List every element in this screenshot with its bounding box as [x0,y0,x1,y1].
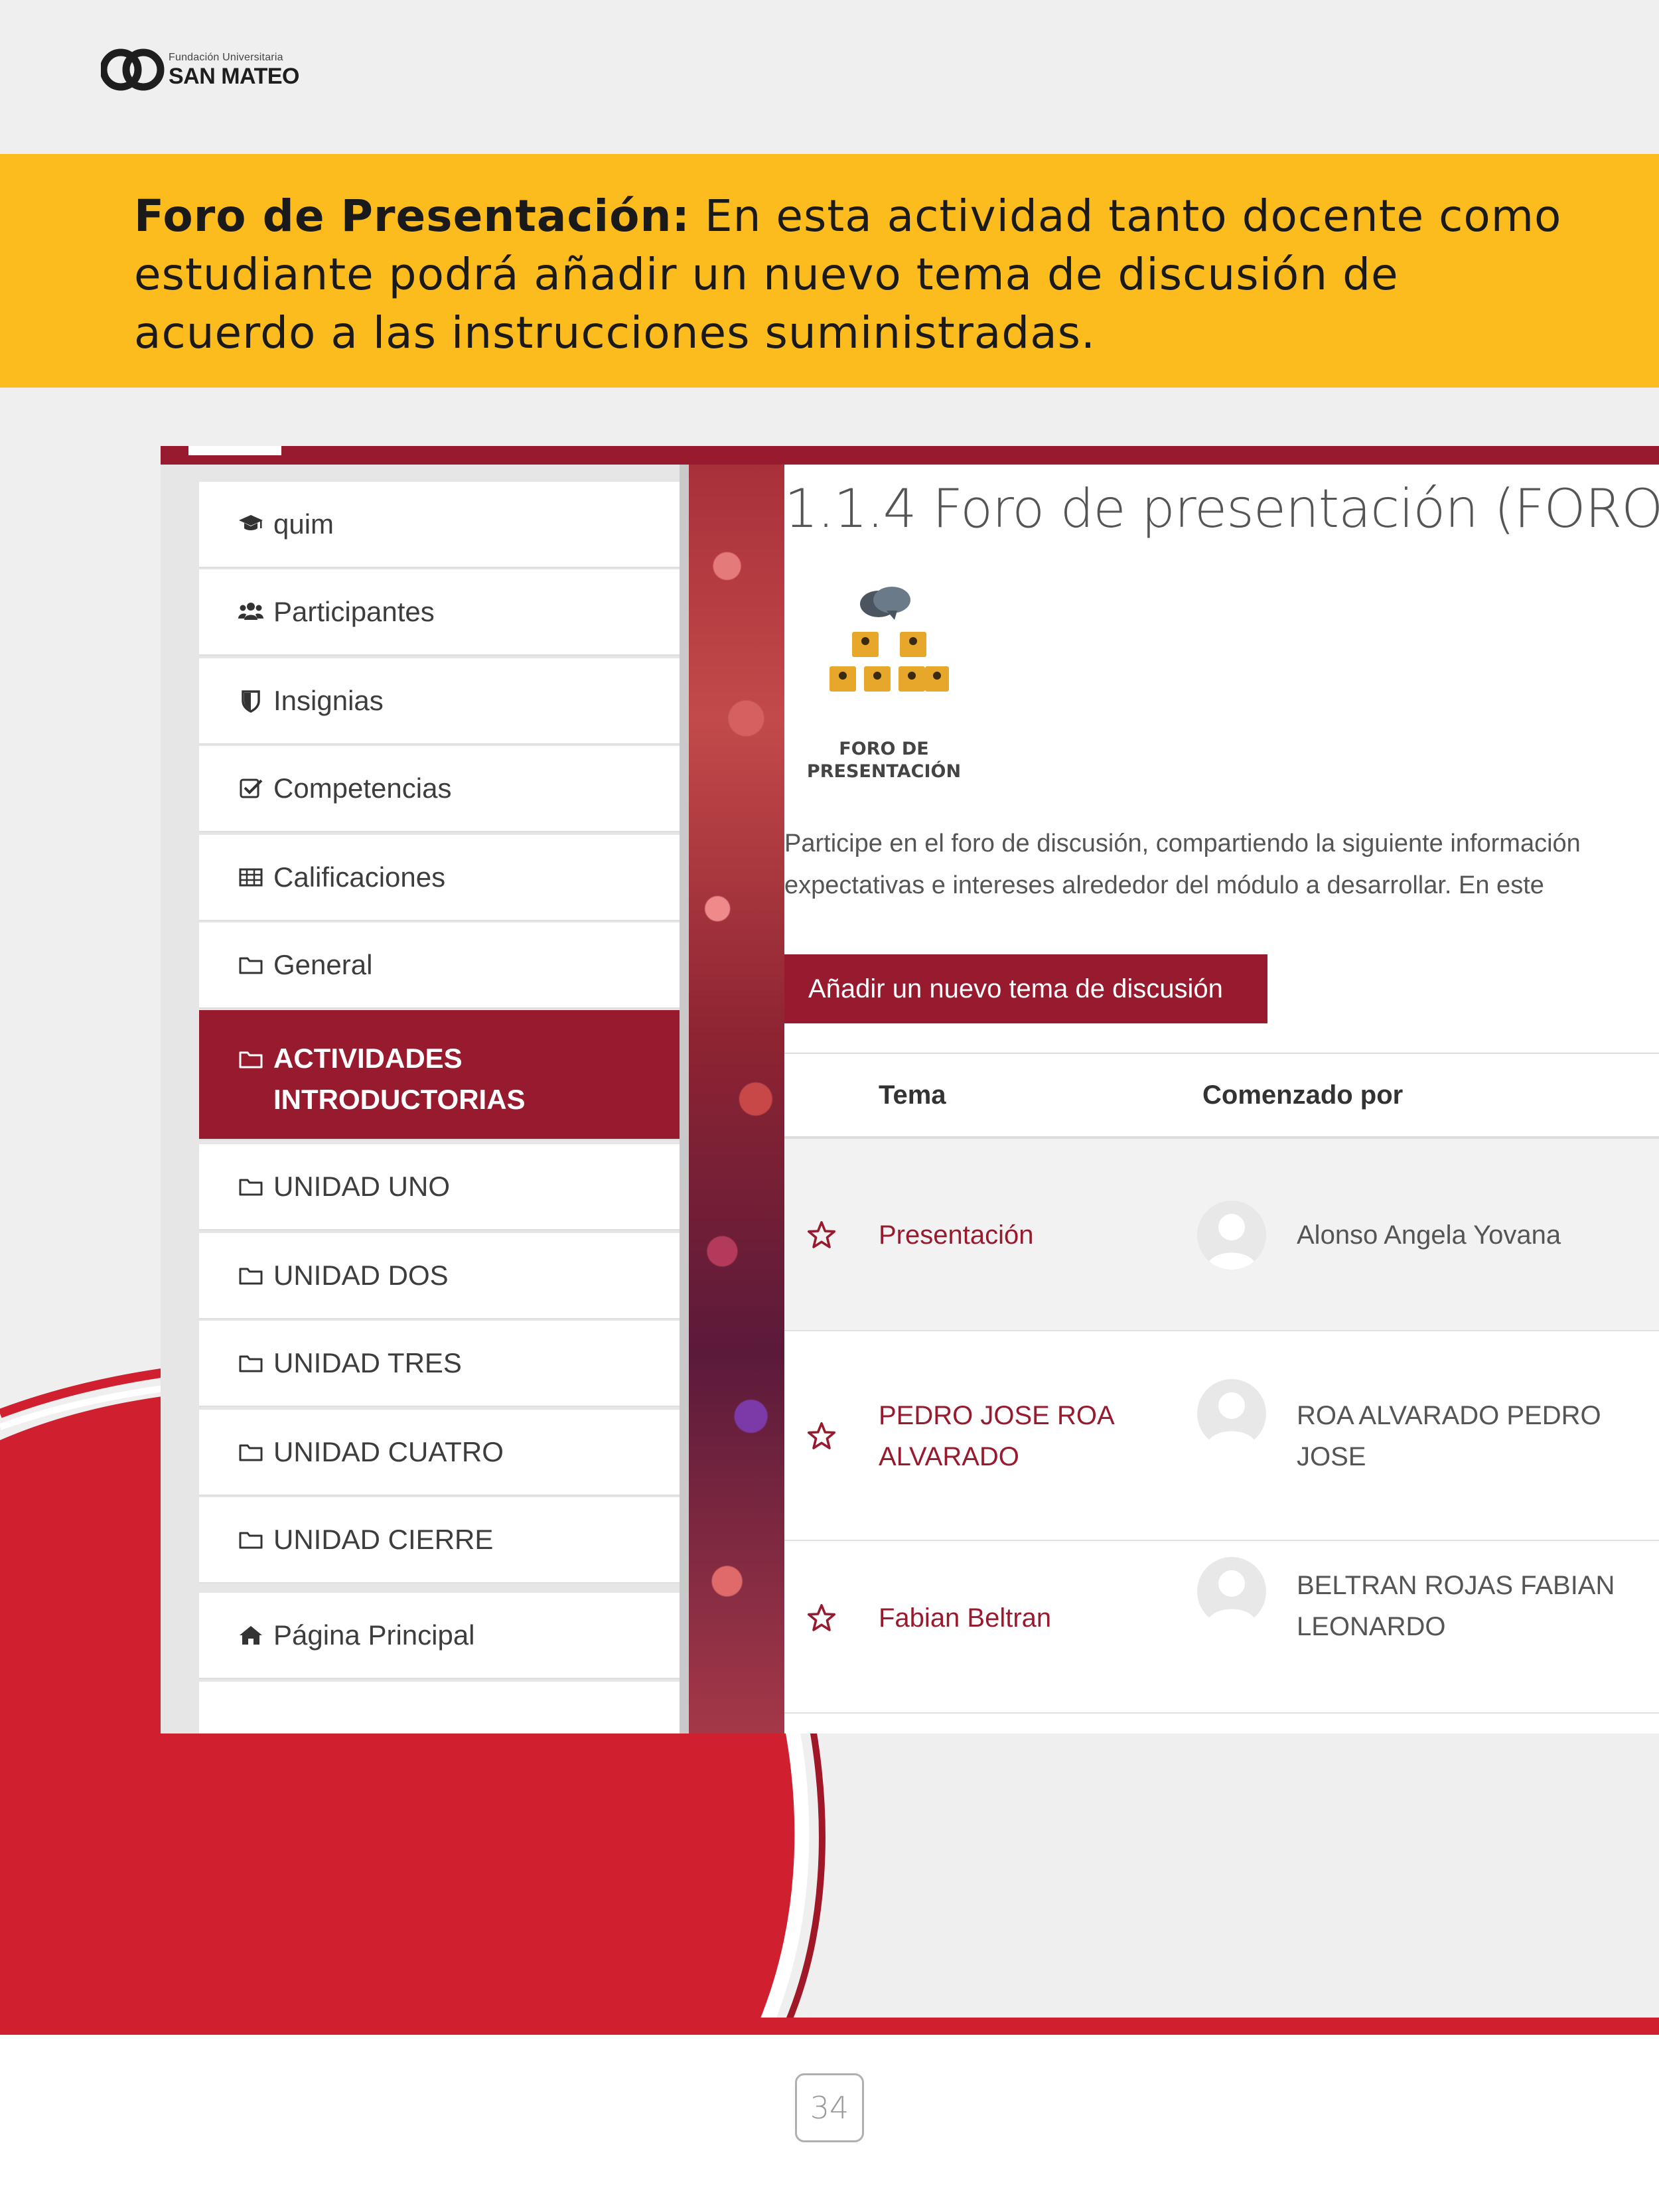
table-row: Presentación Alonso Angela Yovana [784,1139,1659,1331]
sidebar-item-unidad-cuatro[interactable]: UNIDAD CUATRO [199,1410,680,1496]
table-row: Fabian Beltran BELTRAN ROJAS FABIAN LEONA… [784,1541,1659,1714]
sidebar-item-unidad-tres[interactable]: UNIDAD TRES [199,1321,680,1407]
discussion-author: ROA ALVARADO PEDRO JOSE [1297,1401,1601,1471]
discussion-topic-link[interactable]: Fabian Beltran [879,1597,1157,1639]
home-icon [238,1619,273,1651]
star-icon[interactable] [806,1219,837,1251]
sidebar-item-label: quim [273,508,334,540]
page-title: 1.1.4 Foro de presentación (FORO DE [784,478,1659,540]
main-content: 1.1.4 Foro de presentación (FORO DE FORO… [784,465,1659,1733]
table-header: Tema Comenzado por [784,1053,1659,1139]
logo-small-text: Fundación Universitaria [169,51,283,63]
course-sidebar: quim Participantes Insignias Competencias Ca… [161,465,685,1733]
sidebar-item-label: UNIDAD TRES [273,1347,462,1378]
sidebar-item-insignias[interactable]: Insignias [199,658,680,745]
sidebar-item-label: Participantes [273,596,435,627]
institution-logo: Fundación Universitaria SAN MATEO [101,40,313,100]
top-navbar [161,446,1659,465]
sidebar-item-quim[interactable]: quim [199,482,680,568]
shield-icon [238,685,273,717]
banner-heading: Foro de Presentación: [134,190,690,242]
discussion-author: Alonso Angela Yovana [1297,1220,1561,1250]
forum-description: Participe en el foro de discusión, compa… [784,823,1659,907]
sidebar-item-unidad-cierre[interactable]: UNIDAD CIERRE [199,1497,680,1584]
page-number: 34 [795,2073,864,2142]
folder-icon [238,1043,273,1075]
sidebar-item-general[interactable]: General [199,922,680,1009]
column-header-author[interactable]: Comenzado por [1202,1080,1403,1110]
discussion-topic-link[interactable]: Presentación [879,1215,1157,1256]
discussion-table: Tema Comenzado por Presentación Alonso An… [784,1053,1659,1714]
sidebar-item-página-principal[interactable]: Página Principal [199,1593,680,1679]
sidebar-item-label: UNIDAD DOS [273,1260,449,1291]
star-icon[interactable] [806,1420,837,1452]
instruction-banner: Foro de Presentación: En esta actividad … [0,154,1659,388]
sidebar-item-unidad-uno[interactable]: UNIDAD UNO [199,1144,680,1230]
sidebar-item-label: Calificaciones [273,861,446,893]
sidebar-item-competencias[interactable]: Competencias [199,746,680,832]
table-icon [238,861,273,893]
table-row: PEDRO JOSE ROA ALVARADO ROA ALVARADO PEDR… [784,1331,1659,1541]
avatar[interactable] [1197,1201,1266,1270]
navbar-tab[interactable] [188,446,281,455]
folder-icon [238,1260,273,1291]
folder-icon [238,1524,273,1556]
folder-icon [238,1436,273,1468]
sidebar-item-label: UNIDAD CUATRO [273,1436,504,1467]
star-icon[interactable] [806,1602,837,1634]
moodle-screenshot: quim Participantes Insignias Competencias Ca… [161,446,1659,1733]
sidebar-item-label: UNIDAD UNO [273,1171,451,1202]
sidebar-scrollbar[interactable] [680,465,689,1733]
sidebar-item-cut-off[interactable] [199,1682,680,1733]
banner-text: Foro de Presentación: En esta actividad … [134,187,1594,362]
sidebar-item-label: Insignias [273,685,384,716]
logo-mark-icon [101,48,165,91]
sidebar-item-label: General [273,949,373,980]
description-line1: Participe en el foro de discusión, compa… [784,830,1581,857]
icon-caption-line1: FORO DE [839,739,929,759]
forum-presentation-icon [830,587,949,692]
folder-icon [238,1171,273,1203]
icon-caption: FORO DE PRESENTACIÓN [798,738,970,783]
sidebar-item-unidad-dos[interactable]: UNIDAD DOS [199,1233,680,1319]
background-photo [689,465,784,1733]
sidebar-item-calificaciones[interactable]: Calificaciones [199,835,680,921]
logo-name: SAN MATEO [169,63,299,89]
description-line2: expectativas e intereses alrededor del m… [784,871,1544,899]
graduation-cap-icon [238,508,273,540]
folder-icon [238,1347,273,1379]
sidebar-item-label: Página Principal [273,1619,475,1651]
sidebar-item-label: Competencias [273,773,452,804]
column-header-topic[interactable]: Tema [879,1080,946,1110]
table-body: Presentación Alonso Angela Yovana PEDRO JO… [784,1139,1659,1714]
avatar[interactable] [1197,1379,1266,1448]
sidebar-item-participantes[interactable]: Participantes [199,569,680,656]
sidebar-item-label: ACTIVIDADES INTRODUCTORIAS [273,1043,526,1115]
discussion-topic-link[interactable]: PEDRO JOSE ROA ALVARADO [879,1395,1157,1477]
check-square-icon [238,773,273,804]
add-discussion-button[interactable]: Añadir un nuevo tema de discusión [784,954,1267,1023]
icon-caption-line2: PRESENTACIÓN [806,761,962,782]
sidebar-item-label: UNIDAD CIERRE [273,1524,494,1555]
folder-icon [238,949,273,981]
discussion-author: BELTRAN ROJAS FABIAN LEONARDO [1297,1571,1615,1641]
users-icon [238,596,273,628]
avatar[interactable] [1197,1557,1266,1626]
sidebar-item-actividades-introductorias[interactable]: ACTIVIDADES INTRODUCTORIAS [199,1010,680,1140]
